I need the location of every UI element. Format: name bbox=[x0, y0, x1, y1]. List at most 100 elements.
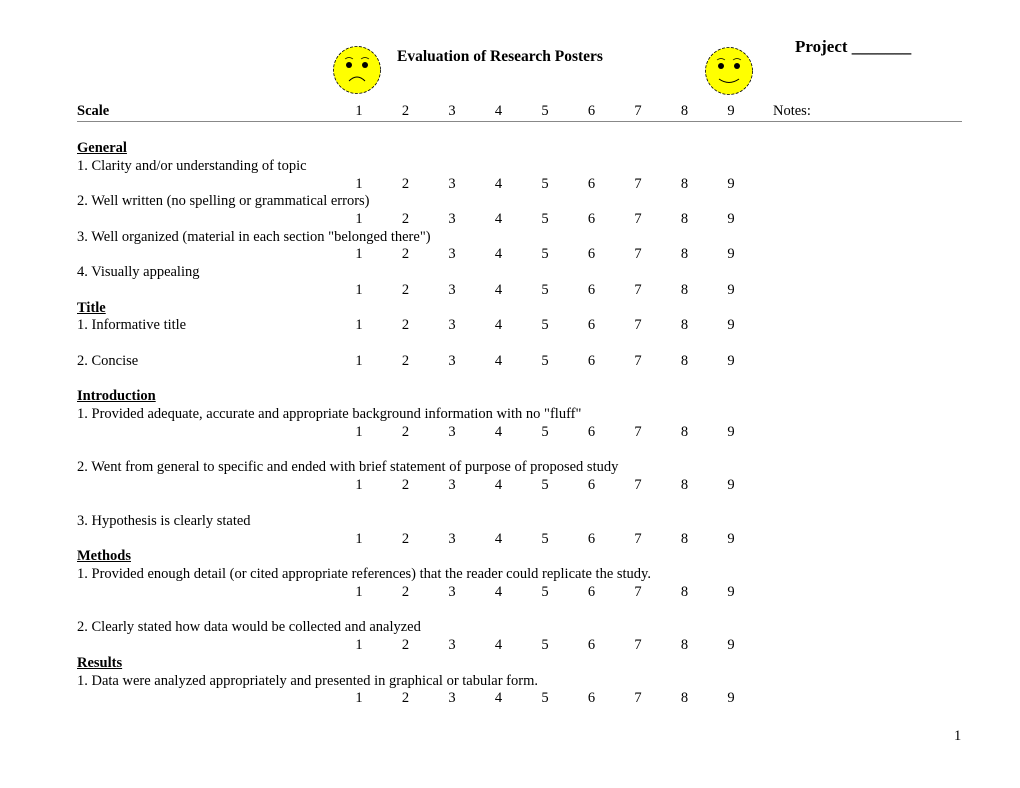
rating-option[interactable]: 2 bbox=[400, 584, 412, 601]
rating-option[interactable]: 3 bbox=[446, 211, 458, 228]
rating-option[interactable]: 2 bbox=[400, 424, 412, 441]
rating-option[interactable]: 9 bbox=[725, 176, 737, 193]
rating-option[interactable]: 8 bbox=[679, 424, 691, 441]
rating-option[interactable]: 9 bbox=[725, 637, 737, 654]
rating-option[interactable]: 1 bbox=[353, 584, 365, 601]
rating-option[interactable]: 6 bbox=[586, 531, 598, 548]
rating-option[interactable]: 5 bbox=[539, 637, 551, 654]
rating-option[interactable]: 1 bbox=[353, 246, 365, 263]
rating-option[interactable]: 2 bbox=[400, 477, 412, 494]
rating-option[interactable]: 1 bbox=[353, 637, 365, 654]
rating-option[interactable]: 8 bbox=[679, 317, 691, 334]
rating-option[interactable]: 5 bbox=[539, 282, 551, 299]
rating-option[interactable]: 2 bbox=[400, 690, 412, 707]
rating-option[interactable]: 7 bbox=[632, 353, 644, 370]
rating-option[interactable]: 6 bbox=[586, 176, 598, 193]
rating-option[interactable]: 1 bbox=[353, 424, 365, 441]
rating-option[interactable]: 4 bbox=[493, 211, 505, 228]
rating-option[interactable]: 7 bbox=[632, 211, 644, 228]
rating-option[interactable]: 8 bbox=[679, 246, 691, 263]
rating-option[interactable]: 7 bbox=[632, 477, 644, 494]
rating-option[interactable]: 6 bbox=[586, 637, 598, 654]
rating-option[interactable]: 8 bbox=[679, 637, 691, 654]
rating-option[interactable]: 8 bbox=[679, 531, 691, 548]
rating-option[interactable]: 6 bbox=[586, 246, 598, 263]
rating-option[interactable]: 7 bbox=[632, 282, 644, 299]
rating-option[interactable]: 3 bbox=[446, 584, 458, 601]
rating-option[interactable]: 3 bbox=[446, 637, 458, 654]
rating-option[interactable]: 9 bbox=[725, 211, 737, 228]
rating-option[interactable]: 5 bbox=[539, 246, 551, 263]
rating-option[interactable]: 7 bbox=[632, 690, 644, 707]
rating-option[interactable]: 9 bbox=[725, 477, 737, 494]
rating-option[interactable]: 5 bbox=[539, 211, 551, 228]
rating-option[interactable]: 3 bbox=[446, 690, 458, 707]
rating-option[interactable]: 1 bbox=[353, 531, 365, 548]
rating-option[interactable]: 9 bbox=[725, 282, 737, 299]
rating-option[interactable]: 9 bbox=[725, 317, 737, 334]
rating-option[interactable]: 4 bbox=[493, 531, 505, 548]
rating-option[interactable]: 5 bbox=[539, 690, 551, 707]
rating-option[interactable]: 9 bbox=[725, 353, 737, 370]
rating-option[interactable]: 9 bbox=[725, 246, 737, 263]
rating-option[interactable]: 6 bbox=[586, 317, 598, 334]
rating-option[interactable]: 8 bbox=[679, 353, 691, 370]
rating-option[interactable]: 7 bbox=[632, 317, 644, 334]
rating-option[interactable]: 9 bbox=[725, 584, 737, 601]
rating-option[interactable]: 7 bbox=[632, 531, 644, 548]
rating-option[interactable]: 4 bbox=[493, 282, 505, 299]
rating-option[interactable]: 2 bbox=[400, 637, 412, 654]
rating-option[interactable]: 7 bbox=[632, 176, 644, 193]
rating-option[interactable]: 4 bbox=[493, 477, 505, 494]
rating-option[interactable]: 7 bbox=[632, 637, 644, 654]
rating-option[interactable]: 6 bbox=[586, 584, 598, 601]
rating-option[interactable]: 2 bbox=[400, 353, 412, 370]
rating-option[interactable]: 8 bbox=[679, 176, 691, 193]
rating-option[interactable]: 1 bbox=[353, 477, 365, 494]
rating-option[interactable]: 4 bbox=[493, 424, 505, 441]
rating-option[interactable]: 8 bbox=[679, 584, 691, 601]
rating-option[interactable]: 5 bbox=[539, 424, 551, 441]
rating-option[interactable]: 2 bbox=[400, 176, 412, 193]
rating-option[interactable]: 5 bbox=[539, 353, 551, 370]
rating-option[interactable]: 4 bbox=[493, 317, 505, 334]
rating-option[interactable]: 8 bbox=[679, 282, 691, 299]
rating-option[interactable]: 6 bbox=[586, 477, 598, 494]
rating-option[interactable]: 7 bbox=[632, 424, 644, 441]
rating-option[interactable]: 1 bbox=[353, 282, 365, 299]
rating-option[interactable]: 3 bbox=[446, 424, 458, 441]
rating-option[interactable]: 8 bbox=[679, 477, 691, 494]
rating-option[interactable]: 1 bbox=[353, 211, 365, 228]
rating-option[interactable]: 7 bbox=[632, 246, 644, 263]
rating-option[interactable]: 3 bbox=[446, 246, 458, 263]
rating-option[interactable]: 9 bbox=[725, 531, 737, 548]
rating-option[interactable]: 6 bbox=[586, 690, 598, 707]
rating-option[interactable]: 4 bbox=[493, 690, 505, 707]
rating-option[interactable]: 9 bbox=[725, 424, 737, 441]
rating-option[interactable]: 4 bbox=[493, 246, 505, 263]
rating-option[interactable]: 6 bbox=[586, 282, 598, 299]
rating-option[interactable]: 3 bbox=[446, 176, 458, 193]
rating-option[interactable]: 1 bbox=[353, 317, 365, 334]
rating-option[interactable]: 3 bbox=[446, 353, 458, 370]
rating-option[interactable]: 4 bbox=[493, 353, 505, 370]
rating-option[interactable]: 3 bbox=[446, 317, 458, 334]
rating-option[interactable]: 3 bbox=[446, 477, 458, 494]
rating-option[interactable]: 5 bbox=[539, 531, 551, 548]
rating-option[interactable]: 4 bbox=[493, 584, 505, 601]
rating-option[interactable]: 6 bbox=[586, 424, 598, 441]
rating-option[interactable]: 1 bbox=[353, 353, 365, 370]
rating-option[interactable]: 5 bbox=[539, 317, 551, 334]
rating-option[interactable]: 5 bbox=[539, 176, 551, 193]
rating-option[interactable]: 3 bbox=[446, 531, 458, 548]
rating-option[interactable]: 1 bbox=[353, 176, 365, 193]
rating-option[interactable]: 7 bbox=[632, 584, 644, 601]
rating-option[interactable]: 8 bbox=[679, 690, 691, 707]
rating-option[interactable]: 2 bbox=[400, 246, 412, 263]
rating-option[interactable]: 6 bbox=[586, 211, 598, 228]
rating-option[interactable]: 2 bbox=[400, 317, 412, 334]
rating-option[interactable]: 6 bbox=[586, 353, 598, 370]
rating-option[interactable]: 4 bbox=[493, 637, 505, 654]
rating-option[interactable]: 2 bbox=[400, 282, 412, 299]
rating-option[interactable]: 5 bbox=[539, 584, 551, 601]
